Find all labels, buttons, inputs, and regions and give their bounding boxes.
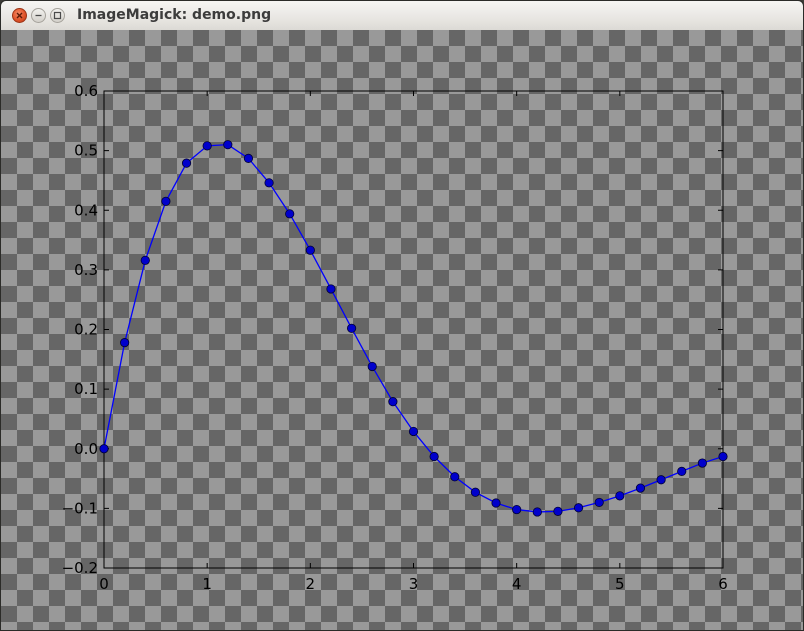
data-point — [305, 245, 315, 255]
maximize-icon — [53, 11, 62, 20]
x-tick-label: 1 — [202, 575, 212, 593]
x-tick-label: 2 — [306, 575, 316, 593]
data-point — [635, 483, 646, 493]
data-point — [429, 451, 439, 462]
x-tick-label: 3 — [409, 575, 419, 593]
minimize-icon — [35, 14, 42, 17]
y-tick-label: 0.3 — [74, 261, 98, 279]
data-point — [656, 475, 666, 485]
close-icon — [16, 12, 23, 19]
image-canvas[interactable]: 0 1 2 3 4 5 6 −0.2 −0.1 0.0 0.1 0.2 0.3 0.4 0.5 0.6 — [1, 30, 803, 630]
y-tick-label: 0.6 — [74, 82, 98, 100]
x-tick-label: 5 — [615, 575, 625, 593]
data-point — [615, 491, 625, 501]
y-tick-label: −0.1 — [62, 499, 98, 517]
window-title: ImageMagick: demo.png — [77, 7, 272, 23]
y-tick-label: 0.2 — [74, 321, 98, 339]
data-point — [223, 140, 233, 150]
data-point — [553, 506, 563, 516]
data-point — [285, 209, 295, 219]
line-chart: 0 1 2 3 4 5 6 −0.2 −0.1 0.0 0.1 0.2 0.3 0.4 0.5 0.6 — [62, 82, 728, 593]
data-point — [161, 196, 171, 206]
data-point — [491, 498, 501, 508]
data-point — [594, 497, 604, 508]
y-tick-label: −0.2 — [62, 559, 98, 577]
data-point — [697, 458, 707, 468]
y-tick-label: 0.1 — [74, 380, 98, 398]
y-tick-label: 0.4 — [74, 201, 98, 219]
data-point — [202, 141, 212, 151]
data-point — [470, 487, 480, 497]
data-point — [408, 426, 419, 437]
data-point — [367, 361, 377, 372]
data-point — [140, 255, 150, 265]
data-point — [677, 466, 687, 477]
maximize-button[interactable] — [50, 8, 65, 23]
data-point — [512, 504, 522, 515]
data-point — [573, 503, 584, 513]
plot-frame — [103, 90, 724, 569]
data-point — [346, 323, 357, 333]
x-tick-label: 4 — [512, 575, 522, 593]
image-viewer-window: ImageMagick: demo.png 0 1 2 3 4 5 6 −0.2 −0.1 0.0… — [0, 0, 804, 631]
data-point — [718, 451, 728, 462]
x-tick-label: 6 — [718, 575, 728, 593]
minimize-button[interactable] — [31, 8, 46, 23]
x-tick-label: 0 — [99, 575, 109, 593]
data-point — [120, 338, 130, 348]
data-point — [388, 397, 398, 407]
data-point — [326, 284, 336, 294]
data-point — [450, 472, 460, 482]
data-point — [532, 507, 542, 517]
y-tick-label: 0.0 — [74, 440, 98, 458]
series-line — [103, 143, 724, 513]
data-point — [264, 178, 274, 188]
title-bar[interactable]: ImageMagick: demo.png — [1, 1, 803, 31]
data-point — [243, 153, 254, 163]
close-button[interactable] — [12, 8, 27, 23]
data-point — [181, 158, 192, 168]
data-point — [99, 444, 109, 454]
y-tick-label: 0.5 — [74, 142, 98, 160]
